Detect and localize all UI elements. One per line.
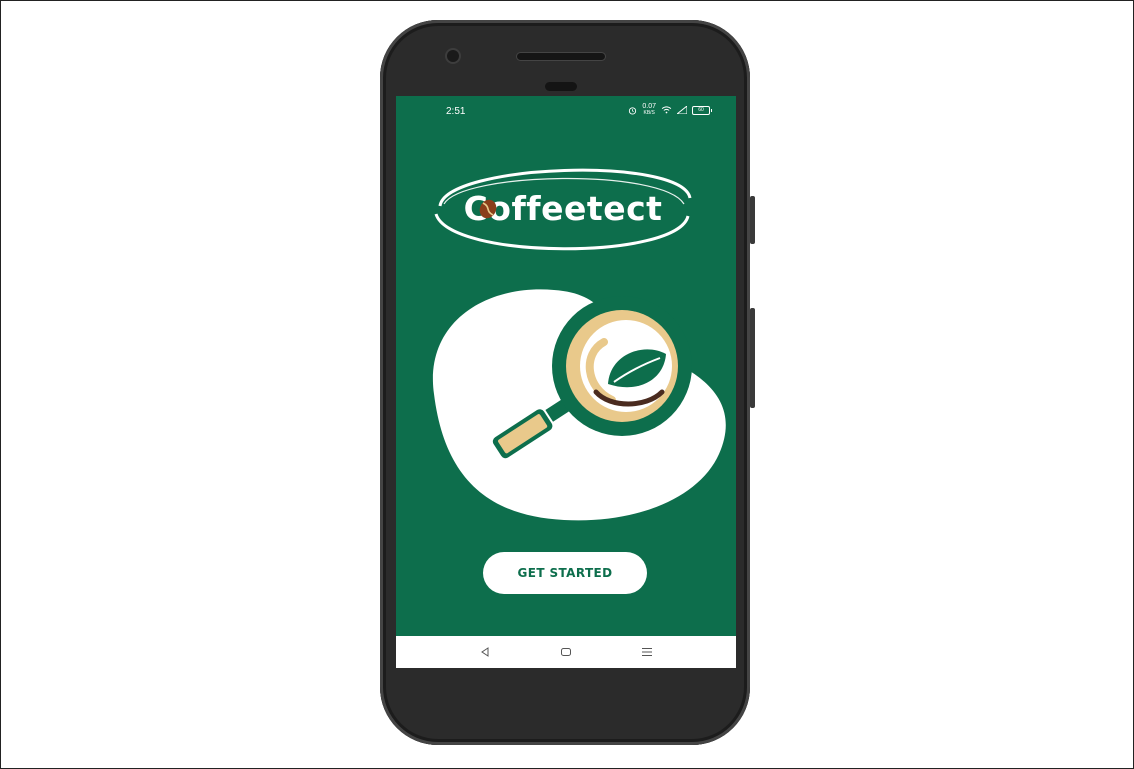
- network-speed: 0.07 KB/S: [642, 103, 656, 116]
- volume-button: [750, 196, 755, 244]
- magnifier-illustration: [432, 289, 726, 521]
- battery-icon: 60: [692, 105, 712, 115]
- alarm-icon: [628, 106, 637, 115]
- battery-level: 60: [692, 105, 710, 115]
- power-button: [750, 308, 755, 408]
- status-bar: 2:51 0.07 KB/S 60: [396, 96, 736, 126]
- earpiece: [545, 82, 577, 91]
- coffee-bean-icon: [479, 199, 497, 219]
- phone-screen: 2:51 0.07 KB/S 60 Coffeetect GET STARTED: [396, 96, 736, 668]
- wifi-icon: [661, 106, 672, 114]
- get-started-button[interactable]: GET STARTED: [483, 552, 647, 594]
- front-camera: [447, 50, 459, 62]
- app-name: Coffeetect: [463, 188, 663, 228]
- network-speed-unit: KB/S: [643, 110, 655, 116]
- home-icon[interactable]: [557, 643, 575, 661]
- system-nav-bar: [396, 636, 736, 668]
- app-logo: Coffeetect: [432, 158, 694, 258]
- signal-icon: [677, 106, 687, 114]
- back-icon[interactable]: [476, 643, 494, 661]
- speaker-grille: [517, 53, 605, 60]
- status-icons: 0.07 KB/S 60: [628, 103, 712, 116]
- menu-icon[interactable]: [638, 643, 656, 661]
- status-time: 2:51: [446, 106, 466, 117]
